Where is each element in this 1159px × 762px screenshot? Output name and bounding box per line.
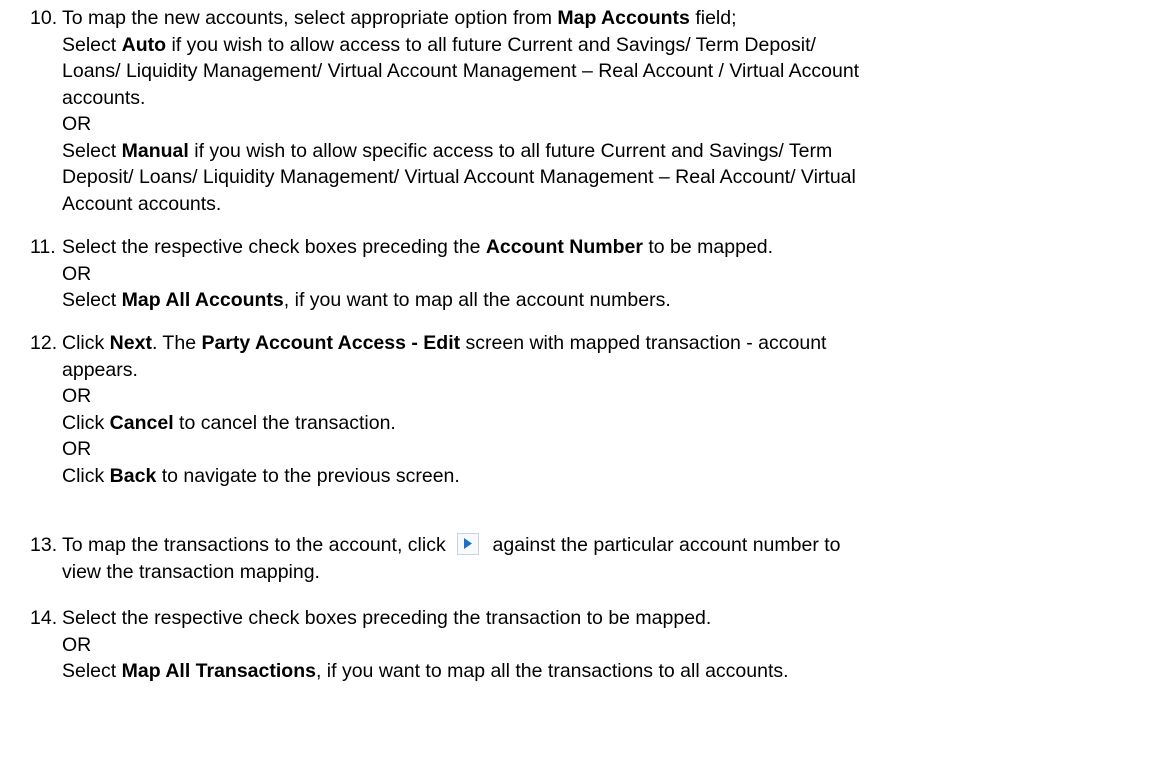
bold-term-map-accounts: Map Accounts: [557, 7, 690, 29]
bold-term-next: Next: [109, 332, 152, 354]
text-run: To map the transactions to the account, …: [62, 534, 452, 556]
step-line: OR: [62, 633, 92, 656]
bold-term-cancel: Cancel: [109, 411, 174, 434]
step-number: 10.: [30, 7, 58, 29]
bold-term-auto: Auto: [121, 33, 167, 56]
text-run: , if you want to map all the account num…: [283, 289, 671, 311]
step-number: 11.: [30, 236, 56, 258]
text-run: . The: [151, 332, 202, 354]
step-line: Deposit/ Loans/ Liquidity Management/ Vi…: [62, 166, 856, 188]
text-run: screen with mapped transaction - account: [460, 332, 827, 354]
text-run: Select: [62, 139, 122, 162]
document-page: 10. To map the new accounts, select appr…: [0, 0, 1159, 762]
step-body: Click Next. The Party Account Access - E…: [62, 330, 1142, 489]
text-run: Click: [62, 332, 110, 354]
bold-term-account-number: Account Number: [485, 236, 643, 258]
expand-arrow-icon: [457, 533, 480, 555]
step-line: Loans/ Liquidity Management/ Virtual Acc…: [62, 60, 860, 82]
step-line: view the transaction mapping.: [62, 560, 320, 583]
text-run: against the particular account number to: [487, 534, 841, 556]
bold-term-map-all-accounts: Map All Accounts: [121, 289, 284, 311]
step-line: Click Back to navigate to the previous s…: [62, 463, 1142, 490]
step-10: 10. To map the new accounts, select appr…: [0, 5, 1159, 217]
text-run: Select: [62, 660, 122, 682]
step-body: Select the respective check boxes preced…: [62, 234, 1142, 314]
step-body: To map the new accounts, select appropri…: [62, 5, 1142, 217]
step-line: Select Map All Accounts, if you want to …: [62, 287, 1142, 314]
step-body: To map the transactions to the account, …: [62, 532, 1142, 585]
step-12: 12. Click Next. The Party Account Access…: [0, 330, 1159, 489]
step-14: 14. Select the respective check boxes pr…: [0, 605, 1159, 685]
bold-term-manual: Manual: [121, 139, 189, 162]
step-line: Click Cancel to cancel the transaction.: [62, 410, 1142, 437]
step-line: accounts.: [62, 86, 146, 109]
text-run: , if you want to map all the transaction…: [315, 660, 789, 682]
step-body: Select the respective check boxes preced…: [62, 605, 1142, 685]
text-run: Select the respective check boxes preced…: [62, 236, 486, 258]
text-run: Click: [62, 411, 110, 434]
step-line: Account accounts.: [62, 192, 222, 215]
bold-term-map-all-transactions: Map All Transactions: [121, 660, 316, 682]
text-run: Click: [62, 464, 110, 487]
text-run: To map the new accounts, select appropri…: [62, 7, 558, 29]
text-run: field;: [689, 7, 737, 29]
step-line: Click Next. The Party Account Access - E…: [62, 330, 1142, 357]
bold-term-party-account-access-edit: Party Account Access - Edit: [201, 332, 461, 354]
step-number: 12.: [30, 332, 58, 354]
text-run: Select: [62, 289, 122, 311]
step-number: 14.: [30, 607, 58, 629]
text-run: if you wish to allow access to all futur…: [166, 33, 816, 56]
step-line: Select Map All Transactions, if you want…: [62, 658, 1142, 685]
text-run: Select: [62, 33, 122, 56]
step-line: OR: [62, 438, 92, 460]
step-line: Select Auto if you wish to allow access …: [62, 32, 1142, 59]
step-line: OR: [62, 262, 92, 285]
step-13: 13. To map the transactions to the accou…: [0, 532, 1159, 585]
step-line: OR: [62, 113, 92, 135]
step-line: OR: [62, 385, 92, 407]
bold-term-back: Back: [109, 464, 157, 487]
step-number: 13.: [30, 534, 58, 556]
step-line: Select Manual if you wish to allow speci…: [62, 138, 1142, 165]
step-line: To map the new accounts, select appropri…: [62, 5, 1142, 32]
text-run: to be mapped.: [642, 236, 774, 258]
text-run: to cancel the transaction.: [173, 411, 396, 434]
text-run: if you wish to allow specific access to …: [188, 139, 833, 162]
step-line: Select the respective check boxes preced…: [62, 234, 1142, 261]
step-line: To map the transactions to the account, …: [62, 532, 1142, 559]
step-line: appears.: [62, 358, 138, 381]
step-line: Select the respective check boxes preced…: [62, 607, 712, 629]
step-11: 11. Select the respective check boxes pr…: [0, 234, 1159, 314]
text-run: to navigate to the previous screen.: [156, 464, 460, 487]
